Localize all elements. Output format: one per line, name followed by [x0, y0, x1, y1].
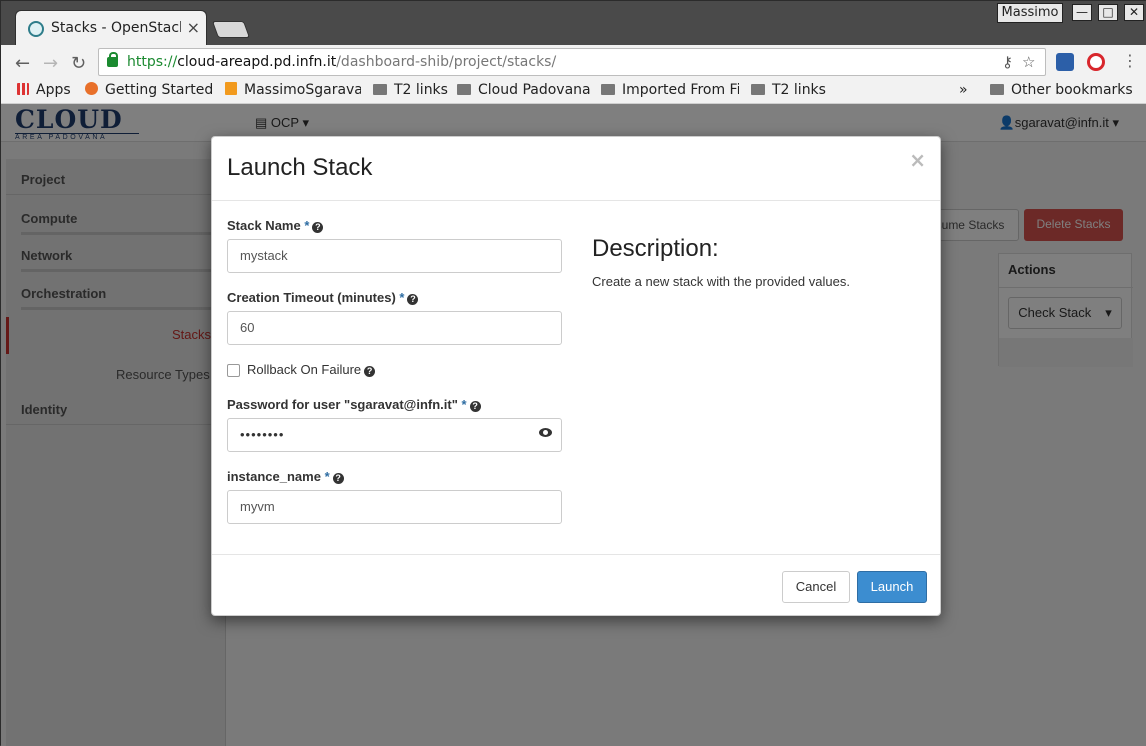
launch-stack-modal: Launch Stack × Stack Name *? mystack Cre…	[211, 136, 941, 616]
star-icon[interactable]: ☆	[1022, 53, 1035, 71]
modal-header: Launch Stack ×	[212, 137, 940, 201]
close-icon[interactable]: ×	[909, 148, 926, 172]
openstack-favicon-icon	[28, 21, 44, 37]
url-text: https://cloud-areapd.pd.infn.it/dashboar…	[127, 54, 557, 70]
help-icon[interactable]: ?	[364, 366, 376, 377]
password-input[interactable]: ••••••••	[227, 418, 562, 452]
folder-icon	[601, 84, 615, 95]
profile-badge[interactable]: Massimo	[997, 3, 1063, 23]
bookmarks-bar: Apps Getting Started MassimoSgarava T2 l…	[1, 79, 1146, 104]
folder-icon	[373, 84, 387, 95]
back-icon[interactable]: ←	[15, 53, 30, 74]
tab-close-icon[interactable]: ×	[187, 18, 200, 37]
help-icon[interactable]: ?	[407, 294, 419, 305]
menu-dots-icon[interactable]: ⋮	[1122, 51, 1138, 70]
opera-extension-icon[interactable]	[1087, 53, 1105, 71]
title-bar: Stacks - OpenStack × Massimo — □ ✕	[1, 1, 1146, 46]
folder-icon	[990, 84, 1004, 95]
blogger-icon	[225, 82, 237, 95]
browser-tab[interactable]: Stacks - OpenStack ×	[15, 10, 207, 46]
stack-name-label: Stack Name *?	[227, 218, 324, 233]
password-label: Password for user "sgaravat@infn.it" *?	[227, 397, 481, 412]
instance-name-label: instance_name *?	[227, 469, 344, 484]
bookmarks-overflow[interactable]: »	[959, 82, 968, 98]
help-icon[interactable]: ?	[469, 401, 481, 412]
help-icon[interactable]: ?	[312, 222, 324, 233]
folder-icon	[457, 84, 471, 95]
forward-icon[interactable]: →	[43, 53, 58, 74]
timeout-label: Creation Timeout (minutes) *?	[227, 290, 419, 305]
bookmark-massimo[interactable]: MassimoSgarava	[225, 82, 361, 98]
bookmark-getting-started[interactable]: Getting Started	[85, 82, 213, 98]
close-window-button[interactable]: ✕	[1124, 4, 1144, 21]
lock-icon	[107, 52, 118, 67]
description-text: Create a new stack with the provided val…	[592, 274, 850, 289]
browser-toolbar: ← → ↻ https://cloud-areapd.pd.infn.it/da…	[1, 45, 1146, 79]
bookmark-apps[interactable]: Apps	[17, 82, 71, 98]
eye-icon[interactable]	[539, 428, 552, 437]
tab-title: Stacks - OpenStack	[51, 20, 181, 36]
help-icon[interactable]: ?	[332, 473, 344, 484]
cancel-button[interactable]: Cancel	[782, 571, 850, 603]
stack-name-input[interactable]: mystack	[227, 239, 562, 273]
modal-title: Launch Stack	[227, 154, 373, 181]
minimize-button[interactable]: —	[1072, 4, 1092, 21]
browser-window: Stacks - OpenStack × Massimo — □ ✕ ← → ↻…	[0, 0, 1146, 746]
folder-icon	[751, 84, 765, 95]
new-tab-button[interactable]	[211, 21, 251, 38]
other-bookmarks[interactable]: Other bookmarks	[990, 82, 1133, 98]
rollback-label: Rollback On Failure?	[247, 362, 376, 377]
key-icon[interactable]: ⚷	[1002, 53, 1013, 71]
rollback-checkbox[interactable]	[227, 364, 240, 377]
firefox-icon	[85, 82, 98, 95]
timeout-input[interactable]: 60	[227, 311, 562, 345]
extension-puzzle-icon[interactable]	[1056, 53, 1074, 71]
apps-grid-icon	[17, 83, 29, 95]
modal-footer: Cancel Launch	[212, 554, 940, 617]
bookmark-t2-links[interactable]: T2 links	[373, 82, 448, 98]
bookmark-imported[interactable]: Imported From Fi	[601, 82, 739, 98]
launch-button[interactable]: Launch	[857, 571, 927, 603]
reload-icon[interactable]: ↻	[71, 53, 86, 74]
maximize-button[interactable]: □	[1098, 4, 1118, 21]
description-title: Description:	[592, 235, 719, 262]
bookmark-cloud-padovana[interactable]: Cloud Padovana	[457, 82, 591, 98]
bookmark-t2-links-2[interactable]: T2 links	[751, 82, 826, 98]
instance-name-input[interactable]: myvm	[227, 490, 562, 524]
address-bar[interactable]: https://cloud-areapd.pd.infn.it/dashboar…	[98, 48, 1046, 76]
